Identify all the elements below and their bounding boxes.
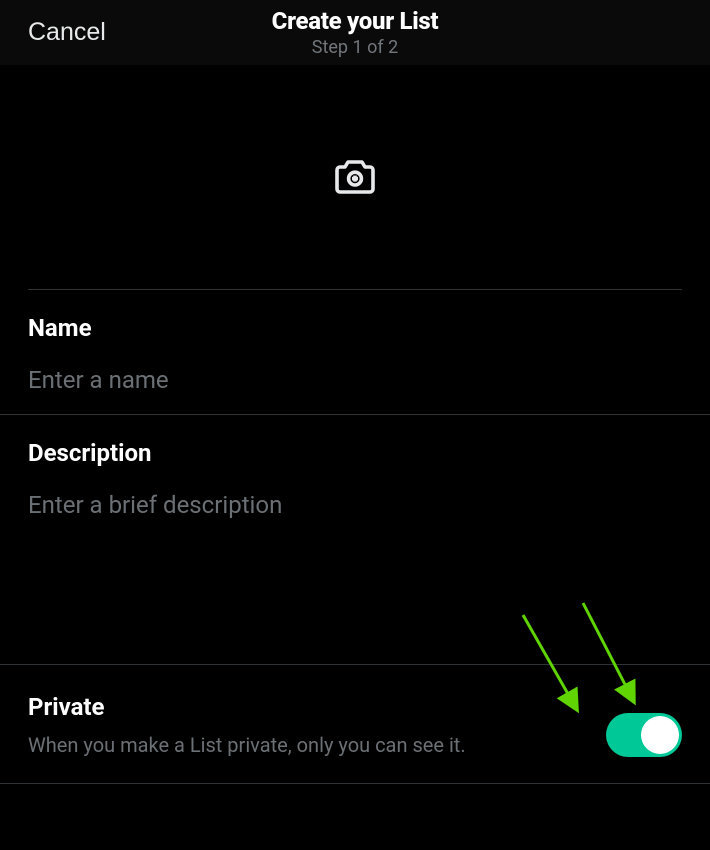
header: Cancel Create your List Step 1 of 2: [0, 0, 710, 65]
privacy-text-group: Private When you make a List private, on…: [28, 693, 606, 759]
add-image-button[interactable]: [331, 153, 379, 201]
camera-plus-icon: [331, 153, 379, 201]
privacy-toggle[interactable]: [606, 713, 682, 757]
name-section: Name: [0, 290, 710, 414]
header-title-group: Create your List Step 1 of 2: [272, 7, 439, 58]
name-label: Name: [28, 314, 682, 342]
description-label: Description: [28, 439, 682, 467]
privacy-section: Private When you make a List private, on…: [0, 665, 710, 784]
description-section: Description: [0, 415, 710, 665]
privacy-description: When you make a List private, only you c…: [28, 731, 483, 759]
image-picker-area: [28, 65, 682, 290]
name-field-group: Name: [28, 314, 682, 414]
cancel-button[interactable]: Cancel: [28, 18, 106, 47]
step-indicator: Step 1 of 2: [272, 37, 439, 58]
description-field-group: Description: [28, 439, 682, 519]
privacy-title: Private: [28, 693, 586, 721]
description-input[interactable]: [28, 491, 682, 519]
toggle-knob: [641, 716, 679, 754]
name-input[interactable]: [28, 366, 682, 394]
page-title: Create your List: [272, 7, 439, 35]
privacy-toggle-wrapper: [606, 713, 682, 757]
